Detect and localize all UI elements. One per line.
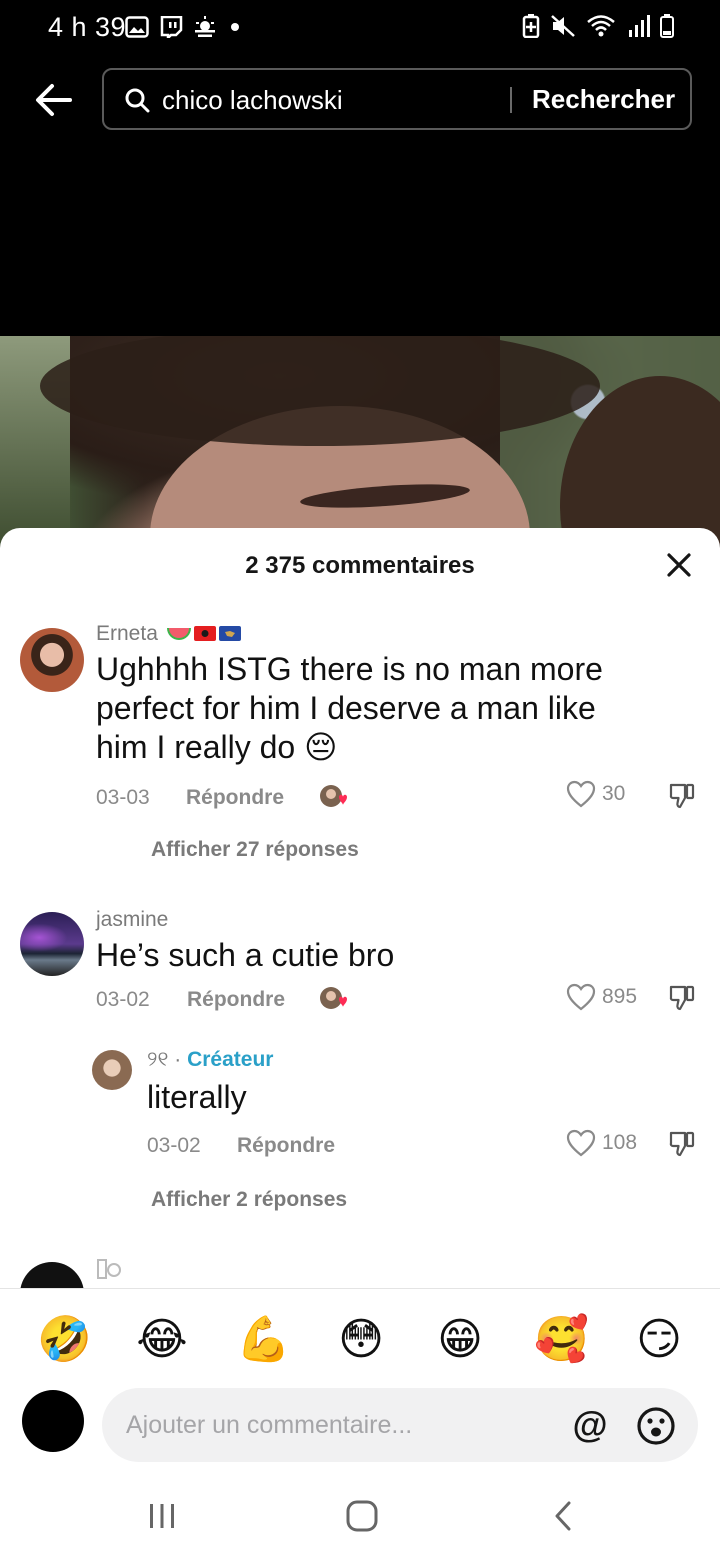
comment-text: He’s such a cutie bro bbox=[96, 937, 395, 973]
like-count: 108 bbox=[602, 1131, 638, 1154]
comment-input[interactable] bbox=[126, 1408, 546, 1442]
emoji-flushed[interactable]: 😳 bbox=[335, 1314, 387, 1366]
reply-item: ୨୧ · Créateur literally 03-02 Répondre 1… bbox=[0, 1046, 720, 1196]
comment-text-line-end: him I really do bbox=[96, 729, 296, 765]
heart-outline-icon bbox=[566, 1129, 596, 1157]
notification-dot-icon bbox=[231, 23, 239, 31]
search-header: chico lachowski Rechercher bbox=[0, 56, 720, 336]
comment-composer[interactable]: @ bbox=[102, 1388, 698, 1462]
comment-author-name[interactable]: ୨୧ bbox=[147, 1048, 168, 1071]
author-badges bbox=[166, 626, 241, 641]
creator-liked-icon bbox=[320, 785, 347, 807]
comments-sheet: 2 375 commentaires Erneta Ughhhh ISTG th… bbox=[0, 528, 720, 1560]
battery-saver-icon bbox=[522, 14, 540, 38]
comment-item: Erneta Ughhhh ISTG there is no man more … bbox=[0, 620, 720, 880]
emoji-flexed-biceps[interactable]: 💪 bbox=[236, 1314, 291, 1366]
comment-author[interactable]: ୨୧ · Créateur bbox=[147, 1048, 273, 1072]
like-button[interactable]: 108 bbox=[566, 1129, 637, 1157]
pensive-emoji: 😔 bbox=[304, 729, 338, 765]
author-badge-icon bbox=[97, 1259, 121, 1279]
heart-outline-icon bbox=[566, 983, 596, 1011]
avatar[interactable] bbox=[20, 628, 84, 692]
weather-icon bbox=[195, 16, 215, 37]
comment-author[interactable]: Erneta bbox=[96, 622, 242, 646]
like-count: 895 bbox=[602, 985, 638, 1008]
twitch-icon bbox=[160, 16, 183, 38]
comment-date: 03-02 bbox=[96, 988, 150, 1011]
reply-button[interactable]: Répondre bbox=[187, 988, 285, 1012]
view-replies-button[interactable]: Afficher 27 réponses bbox=[151, 838, 359, 862]
search-submit-button[interactable]: Rechercher bbox=[532, 84, 675, 115]
albania-flag-icon bbox=[193, 626, 216, 641]
back-icon[interactable] bbox=[544, 1498, 584, 1534]
comment-author-name[interactable]: Erneta bbox=[96, 622, 158, 645]
avatar[interactable] bbox=[92, 1050, 132, 1090]
view-replies-button[interactable]: Afficher 2 réponses bbox=[151, 1188, 347, 1212]
signal-icon bbox=[629, 15, 650, 37]
emoji-smiling-hearts[interactable]: 🥰 bbox=[534, 1314, 589, 1366]
watermelon-icon bbox=[166, 628, 191, 640]
like-count: 30 bbox=[602, 782, 626, 805]
creator-liked-icon bbox=[320, 987, 347, 1009]
home-icon[interactable] bbox=[342, 1498, 382, 1534]
gallery-icon bbox=[125, 16, 149, 38]
search-bar[interactable]: chico lachowski Rechercher bbox=[102, 68, 692, 130]
system-nav-bar bbox=[0, 1470, 720, 1560]
mention-icon[interactable]: @ bbox=[570, 1406, 610, 1446]
avatar[interactable] bbox=[20, 1262, 84, 1288]
author-separator: · bbox=[174, 1048, 182, 1071]
search-input[interactable]: chico lachowski bbox=[162, 85, 343, 116]
reply-button[interactable]: Répondre bbox=[186, 786, 284, 810]
comment-item: jasmine He’s such a cutie bro 03-02 Répo… bbox=[0, 906, 720, 1236]
avatar[interactable] bbox=[20, 912, 84, 976]
comment-text: literally bbox=[147, 1079, 247, 1115]
wifi-icon bbox=[587, 15, 615, 37]
emoji-grin[interactable]: 😁 bbox=[434, 1314, 486, 1366]
reply-button[interactable]: Répondre bbox=[237, 1134, 335, 1158]
battery-icon bbox=[660, 14, 674, 38]
emoji-quick-bar: 🤣 😂 💪 😳 😁 🥰 😏 bbox=[0, 1308, 720, 1374]
emoji-joy[interactable]: 😂 bbox=[136, 1314, 188, 1366]
search-divider bbox=[510, 87, 512, 113]
dislike-icon[interactable] bbox=[668, 1130, 696, 1158]
comment-date: 03-03 bbox=[96, 786, 150, 809]
close-icon[interactable] bbox=[664, 550, 694, 580]
like-button[interactable]: 895 bbox=[566, 983, 637, 1011]
creator-badge: Créateur bbox=[187, 1048, 274, 1071]
dislike-icon[interactable] bbox=[668, 984, 696, 1012]
comment-text: Ughhhh ISTG there is no man more perfect… bbox=[96, 650, 696, 767]
comment-text-line: him I really do 😔 bbox=[96, 728, 696, 767]
back-arrow-icon[interactable] bbox=[30, 76, 78, 124]
comment-date: 03-02 bbox=[147, 1134, 201, 1157]
comment-author[interactable]: jasmine bbox=[96, 908, 168, 932]
emoji-rofl[interactable]: 🤣 bbox=[37, 1314, 92, 1366]
comment-text-line: Ughhhh ISTG there is no man more bbox=[96, 651, 603, 687]
status-time: 4 h 39 bbox=[48, 12, 127, 42]
svg-text:@: @ bbox=[572, 1406, 607, 1445]
composer-divider bbox=[0, 1288, 720, 1289]
user-avatar[interactable] bbox=[22, 1390, 84, 1452]
recent-apps-icon[interactable] bbox=[142, 1498, 182, 1534]
emoji-smirk[interactable]: 😏 bbox=[633, 1314, 685, 1366]
heart-outline-icon bbox=[566, 780, 596, 808]
comment-text-line: perfect for him I deserve a man like bbox=[96, 690, 596, 726]
search-icon bbox=[125, 88, 150, 113]
comment-item-partial bbox=[0, 1258, 720, 1288]
emoji-picker-icon[interactable] bbox=[636, 1406, 676, 1446]
kosovo-flag-icon bbox=[218, 626, 241, 641]
mute-icon bbox=[551, 15, 575, 37]
status-bar: 4 h 39 bbox=[0, 0, 720, 56]
video-preview[interactable] bbox=[0, 336, 720, 556]
comments-count-title: 2 375 commentaires bbox=[245, 552, 475, 579]
dislike-icon[interactable] bbox=[668, 782, 696, 810]
like-button[interactable]: 30 bbox=[566, 780, 625, 808]
